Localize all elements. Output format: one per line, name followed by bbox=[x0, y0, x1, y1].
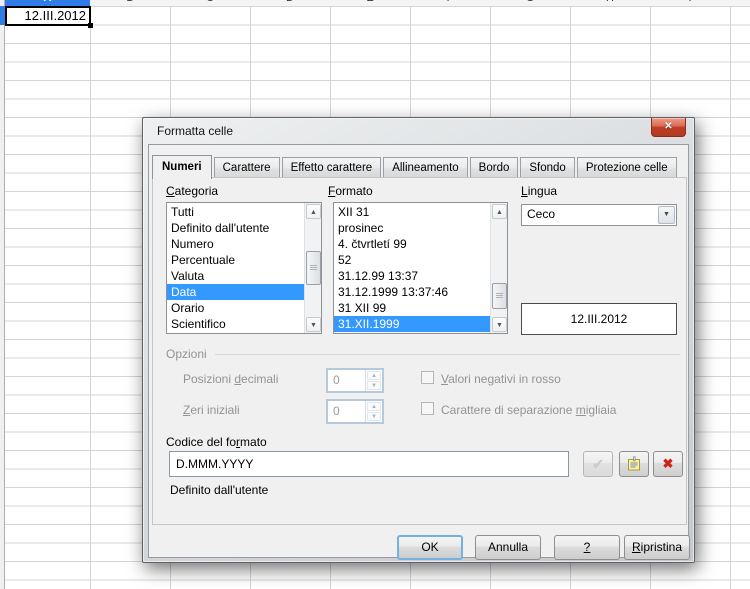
scroll-up-icon[interactable]: ▲ bbox=[306, 204, 321, 219]
category-scrollbar[interactable]: ▲ ▼ bbox=[304, 203, 321, 333]
category-item[interactable]: Tutti bbox=[167, 204, 304, 220]
row-headers[interactable] bbox=[0, 0, 5, 589]
column-header-g[interactable]: G bbox=[490, 0, 570, 6]
column-headers: A B C D E F G H I bbox=[0, 0, 750, 6]
dialog-content: Numeri Carattere Effetto carattere Allin… bbox=[148, 144, 689, 558]
format-item[interactable]: prosinec bbox=[334, 220, 490, 236]
decimal-places-label: Posizioni decimali bbox=[183, 372, 278, 386]
format-label: Formato bbox=[328, 184, 373, 198]
tab-carattere[interactable]: Carattere bbox=[214, 157, 280, 178]
thousands-separator-label: Carattere di separazione migliaia bbox=[441, 403, 616, 417]
comment-note-icon[interactable] bbox=[619, 451, 649, 477]
language-value: Ceco bbox=[527, 207, 555, 221]
category-listbox[interactable]: Tutti Definito dall'utente Numero Percen… bbox=[166, 202, 322, 334]
spin-up-icon: ▲ bbox=[367, 402, 381, 411]
format-item[interactable]: 31.12.1999 13:37:46 bbox=[334, 284, 490, 300]
chevron-down-icon[interactable]: ▼ bbox=[658, 206, 675, 224]
options-group-label: Opzioni bbox=[166, 347, 207, 361]
column-header-i[interactable]: I bbox=[650, 0, 730, 6]
category-item[interactable]: Valuta bbox=[167, 268, 304, 284]
scrollbar-thumb[interactable] bbox=[306, 251, 321, 285]
format-cells-dialog: Formatta celle ✕ Numeri Carattere Effett… bbox=[142, 117, 695, 563]
column-header-d[interactable]: D bbox=[250, 0, 330, 6]
tab-numeri[interactable]: Numeri bbox=[152, 155, 212, 179]
dialog-title: Formatta celle bbox=[157, 124, 233, 138]
format-listbox[interactable]: XII 31 prosinec 4. čtvrtletí 99 52 31.12… bbox=[333, 202, 508, 334]
close-icon[interactable]: ✕ bbox=[651, 118, 686, 137]
tab-protezione-celle[interactable]: Protezione celle bbox=[577, 157, 677, 178]
category-item[interactable]: Orario bbox=[167, 300, 304, 316]
fill-handle[interactable] bbox=[88, 23, 93, 28]
tab-allineamento[interactable]: Allineamento bbox=[383, 157, 467, 178]
thousands-separator-checkbox bbox=[421, 402, 434, 415]
spin-down-icon: ▼ bbox=[367, 412, 381, 421]
format-item[interactable]: 31 XII 99 bbox=[334, 300, 490, 316]
column-header-f[interactable]: F bbox=[410, 0, 490, 6]
negative-red-checkbox bbox=[421, 371, 434, 384]
format-scrollbar[interactable]: ▲ ▼ bbox=[490, 203, 507, 333]
reset-button[interactable]: Ripristina bbox=[624, 535, 690, 560]
active-cell-a1[interactable]: 12.III.2012 bbox=[5, 6, 91, 26]
column-header-h[interactable]: H bbox=[570, 0, 650, 6]
scrollbar-thumb[interactable] bbox=[492, 283, 507, 309]
leading-zeros-label: Zeri iniziali bbox=[183, 403, 240, 417]
cancel-button[interactable]: Annulla bbox=[475, 535, 541, 560]
format-item[interactable]: 4. čtvrtletí 99 bbox=[334, 236, 490, 252]
category-item[interactable]: Definito dall'utente bbox=[167, 220, 304, 236]
spin-up-icon: ▲ bbox=[367, 371, 381, 380]
decimal-places-stepper: 0 ▲ ▼ bbox=[326, 368, 384, 393]
delete-x-icon[interactable]: ✖ bbox=[653, 451, 683, 477]
category-item[interactable]: Numero bbox=[167, 236, 304, 252]
apply-check-icon: ✔ bbox=[583, 451, 613, 477]
format-preview: 12.III.2012 bbox=[521, 303, 677, 335]
tab-sfondo[interactable]: Sfondo bbox=[520, 157, 574, 178]
negative-red-label: Valori negativi in rosso bbox=[441, 372, 561, 386]
language-label: Lingua bbox=[521, 184, 557, 198]
ok-button[interactable]: OK bbox=[397, 535, 463, 560]
format-code-description: Definito dall'utente bbox=[170, 483, 268, 497]
format-item[interactable]: XII 31 bbox=[334, 204, 490, 220]
spin-down-icon: ▼ bbox=[367, 381, 381, 390]
scroll-down-icon[interactable]: ▼ bbox=[306, 317, 321, 332]
format-code-label: Codice del formato bbox=[166, 435, 267, 449]
category-item[interactable]: Scientifico bbox=[167, 316, 304, 332]
column-header-c[interactable]: C bbox=[170, 0, 250, 6]
format-code-input[interactable]: D.MMM.YYYY bbox=[169, 451, 569, 477]
column-header-e[interactable]: E bbox=[330, 0, 410, 6]
help-button[interactable]: ? bbox=[554, 535, 620, 560]
numbers-tab-panel: Categoria Formato Lingua Tutti Definito … bbox=[152, 177, 687, 525]
category-label: Categoria bbox=[166, 184, 218, 198]
column-header-b[interactable]: B bbox=[90, 0, 170, 6]
tab-bordo[interactable]: Bordo bbox=[470, 157, 519, 178]
leading-zeros-stepper: 0 ▲ ▼ bbox=[326, 399, 384, 424]
category-item[interactable]: Percentuale bbox=[167, 252, 304, 268]
format-item[interactable]: 31.12.99 13:37 bbox=[334, 268, 490, 284]
language-combobox[interactable]: Ceco ▼ bbox=[521, 204, 677, 226]
options-group-line bbox=[215, 354, 680, 355]
category-item-selected[interactable]: Data bbox=[167, 284, 304, 300]
cell-value: 12.III.2012 bbox=[25, 8, 86, 23]
scroll-down-icon[interactable]: ▼ bbox=[492, 317, 507, 332]
scroll-up-icon[interactable]: ▲ bbox=[492, 204, 507, 219]
format-item[interactable]: 52 bbox=[334, 252, 490, 268]
format-item-selected[interactable]: 31.XII.1999 bbox=[334, 316, 490, 332]
tab-bar: Numeri Carattere Effetto carattere Allin… bbox=[152, 153, 679, 178]
tab-effetto-carattere[interactable]: Effetto carattere bbox=[282, 157, 382, 178]
